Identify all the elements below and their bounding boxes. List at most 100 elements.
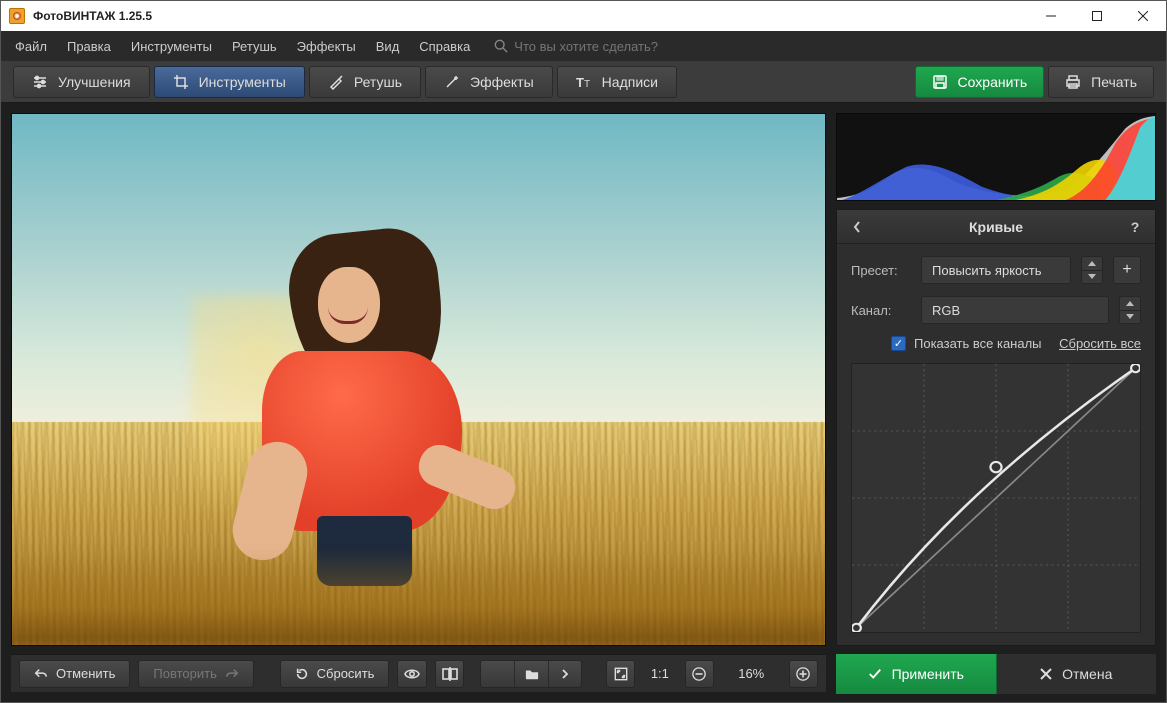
preset-stepper[interactable] (1081, 256, 1103, 284)
compare-icon (442, 666, 458, 682)
save-icon (932, 74, 948, 90)
histogram[interactable] (836, 113, 1156, 201)
redo-label: Повторить (153, 666, 216, 681)
svg-text:T: T (584, 79, 590, 90)
close-button[interactable] (1120, 1, 1166, 31)
channel-stepper[interactable] (1119, 296, 1141, 324)
curves-editor[interactable] (851, 363, 1141, 633)
panel-header: Кривые ? (837, 210, 1155, 244)
reset-button[interactable]: Сбросить (280, 660, 390, 688)
print-button[interactable]: Печать (1048, 66, 1154, 98)
close-icon (1040, 668, 1052, 680)
tab-label: Ретушь (354, 74, 402, 90)
preset-row: Пресет: Повысить яркость + (851, 256, 1141, 284)
chevron-left-icon (493, 669, 503, 679)
histogram-graph (837, 114, 1155, 200)
one-to-one-button[interactable]: 1:1 (643, 666, 676, 681)
preview-button[interactable] (397, 660, 426, 688)
apply-button[interactable]: Применить (836, 654, 997, 694)
canvas-foreground (12, 549, 825, 645)
caret-up-icon[interactable] (1120, 297, 1140, 311)
compare-button[interactable] (435, 660, 464, 688)
redo-icon (225, 667, 239, 681)
caret-up-icon[interactable] (1082, 257, 1102, 271)
tab-label: Улучшения (58, 74, 131, 90)
tab-label: Надписи (602, 74, 658, 90)
reset-all-link[interactable]: Сбросить все (1059, 336, 1141, 351)
channel-select[interactable]: RGB (921, 296, 1109, 324)
search-input[interactable] (514, 39, 694, 54)
tab-retouch[interactable]: Ретушь (309, 66, 421, 98)
canvas-column: Отменить Повторить Сбросить (1, 103, 836, 702)
wand-icon (444, 74, 460, 90)
show-channels-label: Показать все каналы (914, 336, 1042, 351)
chevron-left-icon (852, 221, 862, 233)
text-icon: TT (576, 74, 592, 90)
print-icon (1065, 74, 1081, 90)
save-button[interactable]: Сохранить (915, 66, 1045, 98)
panel-body: Пресет: Повысить яркость + Канал: (837, 244, 1155, 645)
maximize-button[interactable] (1074, 1, 1120, 31)
show-channels-checkbox[interactable]: ✓ (891, 336, 906, 351)
eye-icon (404, 666, 420, 682)
tab-enhancements[interactable]: Улучшения (13, 66, 150, 98)
undo-button[interactable]: Отменить (19, 660, 130, 688)
save-label: Сохранить (958, 74, 1028, 90)
app-window: ФотоВИНТАЖ 1.25.5 Файл Правка Инструмент… (0, 0, 1167, 703)
panel-back-button[interactable] (845, 215, 869, 239)
preset-select[interactable]: Повысить яркость (921, 256, 1071, 284)
zoom-value[interactable]: 16% (722, 666, 781, 681)
menu-tools[interactable]: Инструменты (123, 35, 220, 58)
apply-label: Применить (892, 666, 964, 682)
caret-down-icon[interactable] (1120, 311, 1140, 324)
zoom-in-button[interactable] (789, 660, 818, 688)
next-button[interactable] (548, 661, 581, 687)
menu-retouch[interactable]: Ретушь (224, 35, 285, 58)
main-area: Отменить Повторить Сбросить (1, 103, 1166, 702)
tab-effects[interactable]: Эффекты (425, 66, 553, 98)
caret-down-icon[interactable] (1082, 271, 1102, 284)
panel-footer: Применить Отмена (836, 654, 1156, 694)
titlebar: ФотоВИНТАЖ 1.25.5 (1, 1, 1166, 31)
crop-icon (173, 74, 189, 90)
channel-row: Канал: RGB (851, 296, 1141, 324)
app-title: ФотоВИНТАЖ 1.25.5 (33, 9, 1028, 23)
bottom-bar: Отменить Повторить Сбросить (11, 654, 826, 692)
panel-help-button[interactable]: ? (1123, 215, 1147, 239)
menu-view[interactable]: Вид (368, 35, 408, 58)
undo-label: Отменить (56, 666, 115, 681)
redo-button[interactable]: Повторить (138, 660, 253, 688)
curves-panel: Кривые ? Пресет: Повысить яркость + (836, 209, 1156, 646)
preset-label: Пресет: (851, 263, 911, 278)
search-icon (494, 39, 508, 53)
fit-screen-button[interactable] (606, 660, 635, 688)
nav-group (480, 660, 582, 688)
print-label: Печать (1091, 74, 1137, 90)
tab-text[interactable]: TT Надписи (557, 66, 677, 98)
undo-icon (34, 667, 48, 681)
brush-icon (328, 74, 344, 90)
tab-tools[interactable]: Инструменты (154, 66, 305, 98)
folder-icon (525, 667, 539, 681)
reset-label: Сбросить (317, 666, 375, 681)
image-canvas[interactable] (11, 113, 826, 646)
svg-text:T: T (576, 75, 584, 90)
menu-edit[interactable]: Правка (59, 35, 119, 58)
open-button[interactable] (514, 661, 547, 687)
channel-label: Канал: (851, 303, 911, 318)
channel-value: RGB (932, 303, 960, 318)
fit-icon (614, 667, 628, 681)
minimize-button[interactable] (1028, 1, 1074, 31)
menu-effects[interactable]: Эффекты (289, 35, 364, 58)
prev-button[interactable] (481, 661, 514, 687)
menu-help[interactable]: Справка (411, 35, 478, 58)
menu-file[interactable]: Файл (7, 35, 55, 58)
preset-value: Повысить яркость (932, 263, 1041, 278)
menu-search[interactable] (488, 35, 708, 57)
zoom-out-button[interactable] (685, 660, 714, 688)
cancel-button[interactable]: Отмена (997, 654, 1157, 694)
app-icon (9, 8, 25, 24)
reset-icon (295, 667, 309, 681)
tab-label: Инструменты (199, 74, 286, 90)
add-preset-button[interactable]: + (1113, 256, 1141, 284)
